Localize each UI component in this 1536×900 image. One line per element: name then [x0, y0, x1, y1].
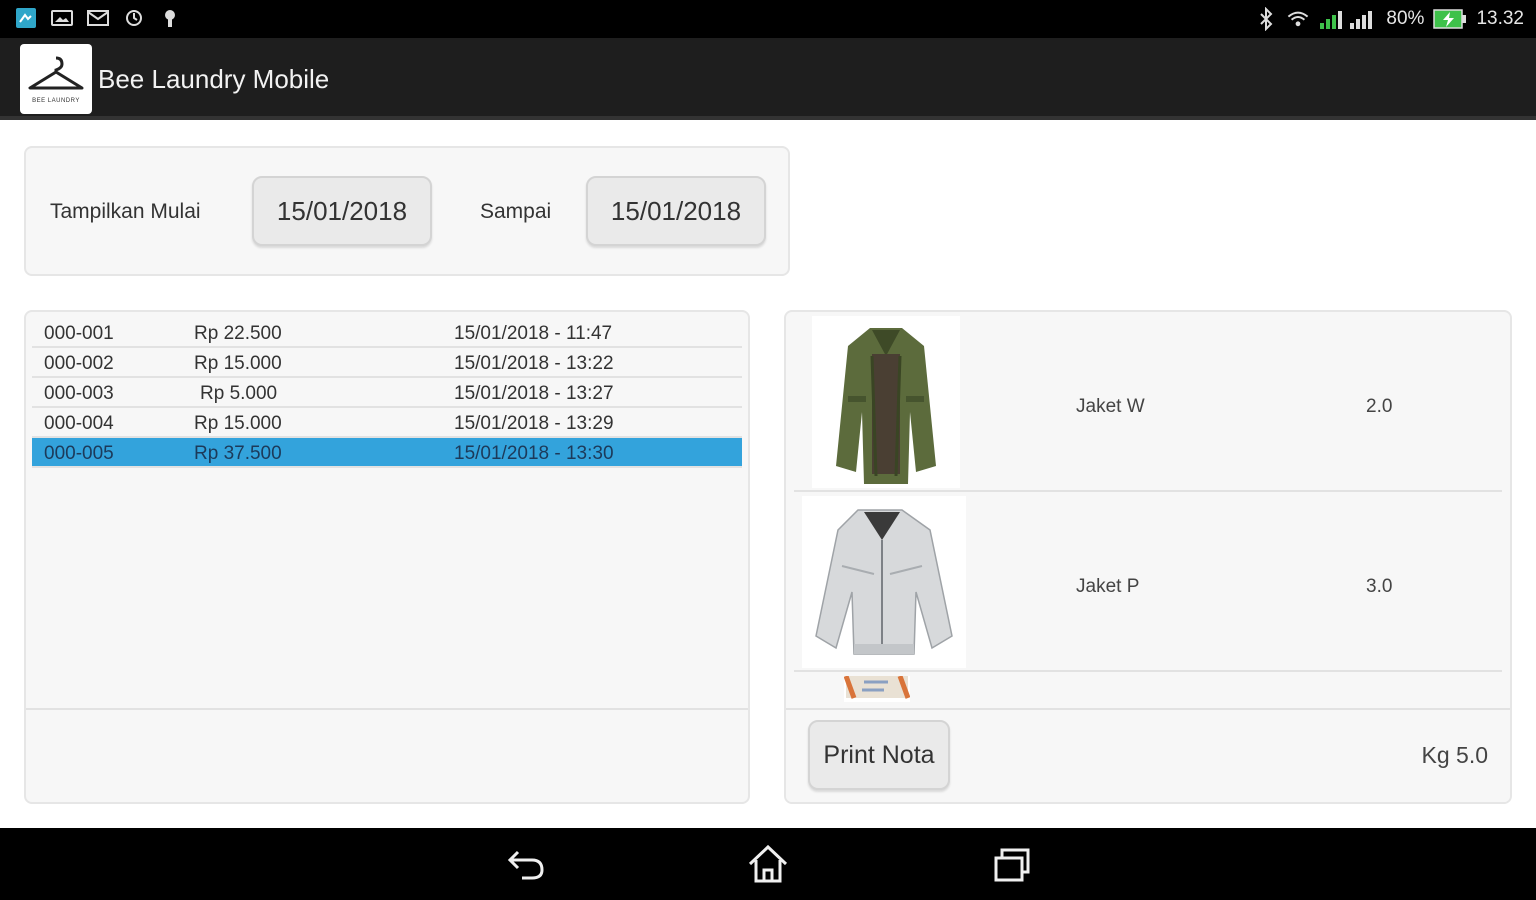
wifi-icon [1286, 7, 1310, 31]
transaction-amount: Rp 15.000 [194, 353, 282, 374]
sync-icon [122, 6, 146, 30]
partial-item-image [844, 676, 910, 702]
transaction-id: 000-004 [44, 413, 114, 434]
from-label: Tampilkan Mulai [50, 200, 201, 223]
back-button[interactable] [502, 842, 550, 886]
transaction-detail-panel: Jaket W 2.0 Jaket P 3.0 Print Nota Kg 5.… [784, 310, 1512, 804]
transaction-amount: Rp 5.000 [200, 383, 278, 404]
transaction-datetime: 15/01/2018 - 13:27 [454, 383, 614, 404]
app-logo[interactable]: BEE LAUNDRY [20, 44, 92, 114]
signal-icon [1318, 7, 1378, 31]
logo-caption: BEE LAUNDRY [32, 98, 80, 104]
status-bar: 80% 13.32 [0, 0, 1536, 38]
mail-icon [86, 6, 110, 30]
home-icon [748, 844, 788, 883]
system-indicators: 80% 13.32 [1254, 4, 1524, 34]
home-button[interactable] [744, 842, 792, 886]
transaction-amount: Rp 37.500 [194, 443, 282, 464]
transaction-amount: Rp 22.500 [194, 323, 282, 344]
battery-charging-icon [1432, 7, 1468, 31]
transaction-amount: Rp 15.000 [194, 413, 282, 434]
clock: 13.32 [1476, 8, 1524, 29]
item-name: Jaket P [1076, 576, 1140, 597]
bluetooth-icon [1254, 7, 1278, 31]
transaction-id: 000-005 [44, 443, 114, 464]
transaction-row[interactable]: 000-004 Rp 15.000 15/01/2018 - 13:29 [32, 408, 742, 438]
usb-icon [158, 6, 182, 30]
transaction-datetime: 15/01/2018 - 13:30 [454, 443, 614, 464]
item-qty: 3.0 [1366, 576, 1393, 597]
total-weight: Kg 5.0 [1421, 742, 1489, 768]
transaction-id: 000-001 [44, 323, 114, 344]
notification-icons [14, 6, 182, 30]
detail-footer: Print Nota Kg 5.0 [786, 708, 1510, 802]
photo-icon [50, 6, 74, 30]
transaction-list: 000-001 Rp 22.500 15/01/2018 - 11:47 000… [32, 318, 742, 468]
print-nota-button[interactable]: Print Nota [808, 720, 950, 790]
item-name: Jaket W [1076, 396, 1145, 417]
transaction-datetime: 15/01/2018 - 11:47 [454, 323, 613, 344]
navigation-bar [0, 828, 1536, 900]
transaction-row-selected[interactable]: 000-005 Rp 37.500 15/01/2018 - 13:30 [32, 438, 742, 468]
app-title: Bee Laundry Mobile [98, 64, 330, 94]
transaction-id: 000-002 [44, 353, 114, 374]
item-qty: 2.0 [1366, 396, 1393, 417]
transaction-row[interactable]: 000-002 Rp 15.000 15/01/2018 - 13:22 [32, 348, 742, 378]
to-label: Sampai [480, 200, 552, 223]
white-jacket-image [802, 496, 966, 668]
transaction-row[interactable]: 000-003 Rp 5.000 15/01/2018 - 13:27 [32, 378, 742, 408]
green-jacket-image [812, 316, 960, 488]
transaction-datetime: 15/01/2018 - 13:29 [454, 413, 614, 434]
item-row[interactable]: Jaket W 2.0 [794, 312, 1502, 492]
action-bar: BEE LAUNDRY Bee Laundry Mobile [0, 38, 1536, 120]
recents-icon [994, 848, 1030, 882]
back-icon [507, 850, 544, 880]
hanger-icon [28, 56, 84, 90]
transaction-datetime: 15/01/2018 - 13:22 [454, 353, 614, 374]
item-row[interactable]: Jaket P 3.0 [794, 492, 1502, 672]
transaction-list-panel: 000-001 Rp 22.500 15/01/2018 - 11:47 000… [24, 310, 750, 804]
transaction-row[interactable]: 000-001 Rp 22.500 15/01/2018 - 11:47 [32, 318, 742, 348]
battery-percent: 80% [1386, 8, 1425, 29]
from-date-button[interactable]: 15/01/2018 [252, 176, 432, 246]
transaction-id: 000-003 [44, 383, 114, 404]
list-footer [26, 708, 748, 802]
app-notification-icon [14, 6, 38, 30]
date-filter-panel: Tampilkan Mulai 15/01/2018 Sampai 15/01/… [24, 146, 790, 276]
to-date-button[interactable]: 15/01/2018 [586, 176, 766, 246]
recents-button[interactable] [988, 842, 1036, 886]
